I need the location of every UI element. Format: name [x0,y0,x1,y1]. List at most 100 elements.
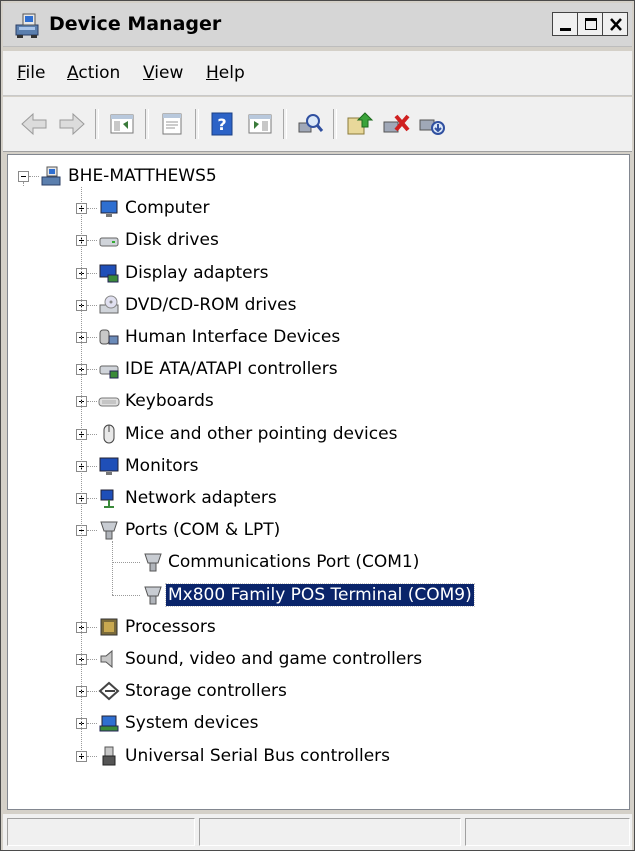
tree-connector [87,337,97,339]
status-cell-3 [465,818,630,846]
toolbar: ? [3,97,632,152]
tree-connector [112,594,140,597]
menu-action-accel: A [67,63,79,83]
toolbar-separator [145,109,149,139]
menu-help[interactable]: Help [206,63,245,83]
show-hide-console-tree-icon[interactable] [107,110,137,138]
tree-connector [112,562,140,564]
tree-connector [87,272,97,275]
menu-file-rest: ile [25,63,46,83]
maximize-button[interactable] [577,12,603,36]
usb-icon [98,745,120,767]
system-devices-icon [98,712,120,734]
uninstall-icon[interactable] [381,110,411,138]
port-icon [142,551,164,573]
processor-icon [98,616,120,638]
menu-action[interactable]: Action [67,63,120,83]
tree-category-label[interactable]: Universal Serial Bus controllers [123,745,392,767]
tree-connector [29,176,39,178]
maximize-icon [585,18,597,30]
tree-device-label[interactable]: Communications Port (COM1) [166,551,421,573]
close-button[interactable] [602,12,628,36]
tree-device-label[interactable]: Mx800 Family POS Terminal (COM9) [165,582,475,607]
help-icon[interactable]: ? [207,110,237,138]
status-bar [3,814,632,850]
tree-category-label[interactable]: Sound, video and game controllers [123,648,424,670]
computer-icon [98,197,120,219]
update-driver-icon[interactable] [345,110,375,138]
tree-category-label[interactable]: Monitors [123,455,200,477]
device-tree-pane[interactable]: BHE-MATTHEWS5 Computer Disk drives Display … [7,154,630,810]
display-adapter-icon [98,262,120,284]
port-icon [142,584,164,606]
tree-category-label[interactable]: Network adapters [123,487,279,509]
tree-category-label[interactable]: Human Interface Devices [123,326,342,348]
hid-icon [98,326,120,348]
tree-category-label[interactable]: Processors [123,616,218,638]
tree-connector [81,187,83,756]
toolbar-separator [333,109,337,139]
tree-connector [87,530,97,532]
minimize-button[interactable] [552,12,578,36]
network-adapter-icon [98,487,120,509]
svg-text:?: ? [217,115,226,134]
tree-connector [87,369,97,371]
disable-device-icon[interactable] [417,110,447,138]
tree-category-label[interactable]: Mice and other pointing devices [123,423,399,445]
tree-category-label[interactable]: System devices [123,712,261,734]
toolbar-separator [95,109,99,139]
tree-connector [87,755,97,758]
tree-connector [87,304,97,307]
tree-connector [87,401,97,403]
speaker-icon [98,648,120,670]
tree-category-label[interactable]: Computer [123,197,212,219]
ide-controller-icon [98,358,120,380]
computer-tree-root-icon [40,165,62,187]
device-manager-icon [15,13,39,38]
tree-category-label[interactable]: DVD/CD-ROM drives [123,294,298,316]
menu-file[interactable]: File [17,63,45,83]
root-collapse-toggle[interactable] [18,171,29,182]
tree-connector [112,541,114,595]
tree-category-label[interactable]: Display adapters [123,262,270,284]
disk-drive-icon [98,229,120,251]
tree-connector [87,498,97,500]
status-cell-1 [7,818,195,846]
tree-connector [87,659,97,661]
device-manager-window: Device Manager File Action View Help ? B… [0,0,635,851]
status-cell-2 [199,818,461,846]
tree-connector [87,240,97,242]
tree-connector [87,723,97,725]
tree-connector [87,626,97,629]
menu-action-rest: ction [78,63,121,83]
title-bar[interactable]: Device Manager [3,3,632,47]
properties-icon[interactable] [157,110,187,138]
tree-connector [87,691,97,693]
menu-help-rest: elp [218,63,245,83]
scan-hardware-changes-icon[interactable] [295,110,325,138]
tree-category-label[interactable]: Storage controllers [123,680,289,702]
minimize-icon [560,28,571,31]
caption-buttons [552,12,628,36]
tree-category-label[interactable]: Disk drives [123,229,221,251]
close-icon [610,18,622,31]
menu-help-accel: H [206,63,219,83]
tree-connector [87,465,97,468]
dvd-drive-icon [98,294,120,316]
window-title: Device Manager [49,13,222,35]
show-action-pane-icon[interactable] [245,110,275,138]
toolbar-separator [195,109,199,139]
tree-category-label[interactable]: IDE ATA/ATAPI controllers [123,358,340,380]
tree-root-label[interactable]: BHE-MATTHEWS5 [66,165,219,187]
port-icon [98,519,120,541]
menu-view[interactable]: View [143,63,183,83]
back-icon[interactable] [19,110,49,138]
tree-category-label[interactable]: Ports (COM & LPT) [123,519,282,541]
tree-connector [87,433,97,436]
forward-icon[interactable] [57,110,87,138]
tree-category-label[interactable]: Keyboards [123,390,216,412]
tree-connector [23,182,25,186]
menu-view-accel: V [143,63,155,83]
menu-file-accel: F [17,63,26,83]
tree-connector [87,208,97,210]
